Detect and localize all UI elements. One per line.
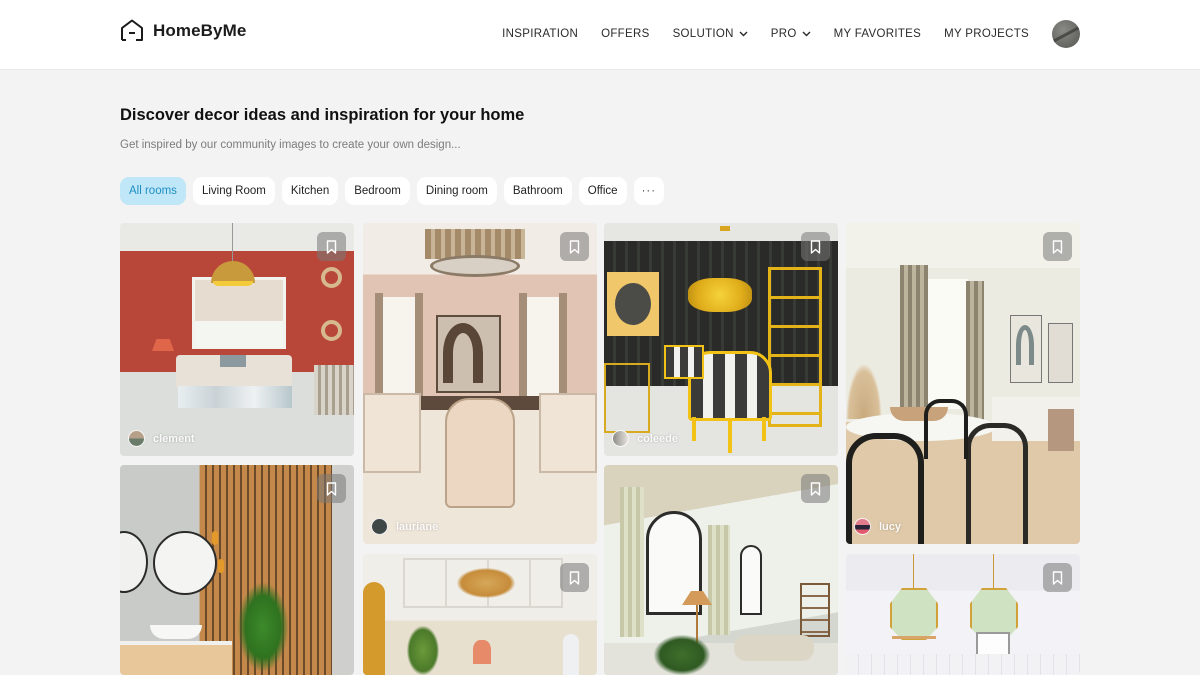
bookmark-button[interactable] [1043, 232, 1072, 261]
nav-my-projects[interactable]: MY PROJECTS [944, 28, 1029, 40]
card-image [846, 223, 1080, 544]
top-header: HomeByMe INSPIRATION OFFERS SOLUTION PRO… [0, 0, 1200, 70]
filter-dining-room[interactable]: Dining room [416, 177, 497, 205]
nav-label: MY FAVORITES [833, 28, 922, 40]
bookmark-icon [810, 239, 821, 254]
nav-my-favorites[interactable]: MY FAVORITES [834, 28, 922, 40]
author-name: lucy [879, 520, 902, 533]
filter-bathroom[interactable]: Bathroom [503, 177, 572, 205]
bookmark-icon [326, 481, 337, 496]
author-avatar [128, 430, 145, 447]
author-avatar [854, 518, 871, 535]
bookmark-button[interactable] [560, 232, 589, 261]
inspiration-card[interactable] [604, 465, 838, 675]
card-image [363, 223, 597, 544]
inspiration-card[interactable] [363, 554, 597, 675]
room-filter-bar: All rooms Living Room Kitchen Bedroom Di… [120, 177, 665, 205]
bookmark-button[interactable] [801, 232, 830, 261]
brand-name: HomeByMe [153, 21, 247, 40]
chevron-down-icon [739, 31, 748, 37]
inspiration-card[interactable]: coleede [604, 223, 838, 456]
filter-office[interactable]: Office [578, 177, 627, 205]
nav-inspiration[interactable]: INSPIRATION [502, 28, 578, 40]
inspiration-card[interactable]: clement [120, 223, 354, 456]
bookmark-button[interactable] [560, 563, 589, 592]
author-avatar [612, 430, 629, 447]
filter-bedroom[interactable]: Bedroom [345, 177, 410, 205]
nav-pro[interactable]: PRO [771, 28, 811, 40]
card-author[interactable]: coleede [612, 430, 678, 447]
author-name: clement [153, 432, 195, 445]
bookmark-button[interactable] [317, 474, 346, 503]
bookmark-button[interactable] [1043, 563, 1072, 592]
bookmark-icon [1052, 570, 1063, 585]
house-logo-icon [121, 19, 143, 41]
bookmark-icon [1052, 239, 1063, 254]
nav-solution[interactable]: SOLUTION [673, 28, 748, 40]
nav-label: PRO [770, 28, 797, 40]
bookmark-icon [569, 239, 580, 254]
page-title: Discover decor ideas and inspiration for… [120, 106, 525, 124]
nav-label: MY PROJECTS [944, 28, 1029, 40]
inspiration-card[interactable] [846, 554, 1080, 675]
inspiration-card[interactable]: lucy [846, 223, 1080, 544]
page-subtitle: Get inspired by our community images to … [120, 139, 461, 151]
inspiration-card[interactable]: lauriane [363, 223, 597, 544]
author-name: coleede [637, 432, 678, 445]
chevron-down-icon [802, 31, 811, 37]
card-author[interactable]: lauriane [371, 518, 438, 535]
card-author[interactable]: clement [128, 430, 195, 447]
filter-kitchen[interactable]: Kitchen [281, 177, 339, 205]
author-avatar [371, 518, 388, 535]
nav-label: SOLUTION [672, 28, 734, 40]
filter-living-room[interactable]: Living Room [192, 177, 275, 205]
main-nav: INSPIRATION OFFERS SOLUTION PRO MY FAVOR… [502, 20, 1080, 48]
bookmark-icon [810, 481, 821, 496]
card-author[interactable]: lucy [854, 518, 901, 535]
inspiration-card[interactable] [120, 465, 354, 675]
bookmark-button[interactable] [801, 474, 830, 503]
nav-label: INSPIRATION [502, 28, 579, 40]
filter-all-rooms[interactable]: All rooms [120, 177, 186, 205]
bookmark-button[interactable] [317, 232, 346, 261]
nav-label: OFFERS [601, 28, 650, 40]
nav-offers[interactable]: OFFERS [601, 28, 649, 40]
user-avatar[interactable] [1052, 20, 1080, 48]
bookmark-icon [326, 239, 337, 254]
author-name: lauriane [396, 520, 439, 533]
bookmark-icon [569, 570, 580, 585]
filter-more-button[interactable]: ··· [633, 177, 665, 205]
brand-logo[interactable]: HomeByMe [120, 19, 246, 41]
